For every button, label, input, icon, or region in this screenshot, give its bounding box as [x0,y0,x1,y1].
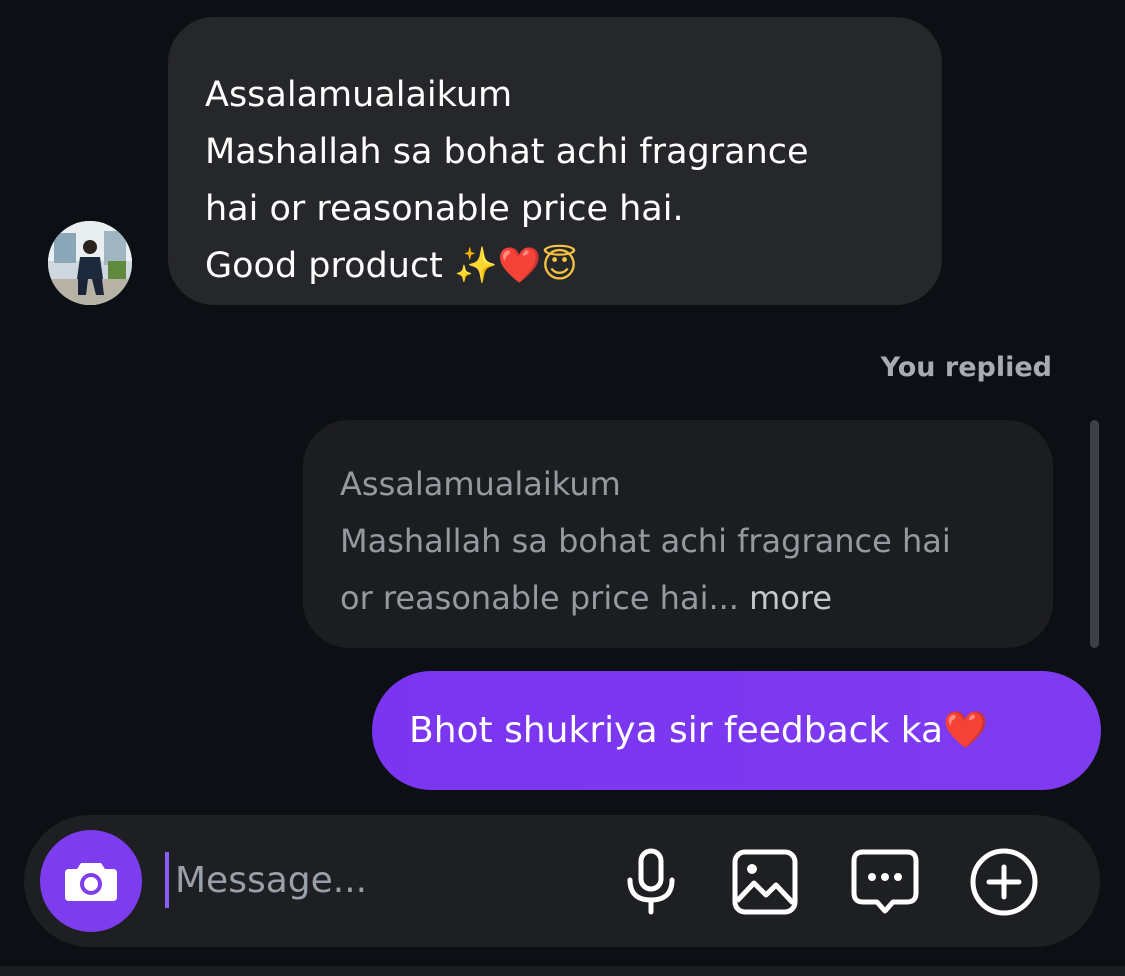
outgoing-message-bubble[interactable]: Bhot shukriya sir feedback ka❤️ [372,671,1101,790]
quoted-message-line: Mashallah sa bohat achi fragrance hai [340,522,951,560]
sparkles-emoji: ✨ [454,246,498,286]
plus-icon [970,848,1038,916]
gallery-button[interactable] [729,846,801,918]
message-input[interactable] [165,852,585,908]
gallery-icon [732,849,798,915]
quoted-message-line: Assalamualaikum [340,465,621,503]
bottom-edge [0,966,1125,976]
incoming-message-text: Good product [205,246,443,286]
add-button[interactable] [968,846,1040,918]
camera-icon [65,863,117,901]
microphone-button[interactable] [615,846,687,918]
incoming-message-bubble[interactable]: Assalamualaikum Mashallah sa bohat achi … [168,17,942,305]
chat-screen: Assalamualaikum Mashallah sa bohat achi … [0,0,1125,976]
red-heart-emoji: ❤️ [497,246,542,286]
microphone-icon [627,848,675,915]
sender-avatar[interactable] [48,221,132,305]
you-replied-label: You replied [880,352,1052,383]
sticker-icon [851,849,919,914]
sticker-button[interactable] [849,846,921,918]
incoming-message-line: Good product ✨❤️😇 [205,238,942,295]
incoming-message-line: Mashallah sa bohat achi fragrance [205,132,809,172]
incoming-message-line: hai or reasonable price hai. [205,189,684,229]
camera-button[interactable] [40,830,142,932]
smiling-face-with-halo-emoji: 😇 [541,246,578,286]
quoted-message-text: or reasonable price hai... [340,579,739,617]
scrollbar[interactable] [1090,420,1099,648]
more-link[interactable]: more [749,579,832,617]
quoted-message-bubble[interactable]: Assalamualaikum Mashallah sa bohat achi … [303,420,1053,648]
incoming-message-line: Assalamualaikum [205,75,513,115]
quoted-message-line: or reasonable price hai... more [340,570,1053,627]
